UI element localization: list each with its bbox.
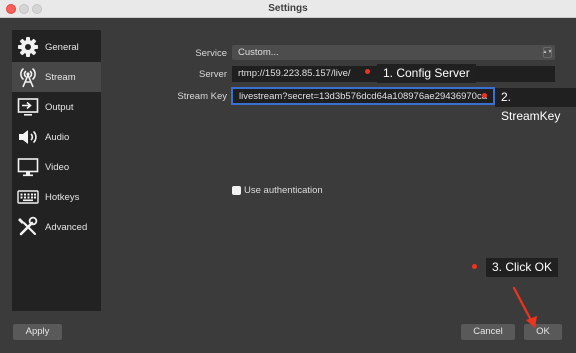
sidebar-item-audio[interactable]: Audio bbox=[12, 122, 101, 152]
use-authentication-checkbox[interactable] bbox=[232, 185, 241, 195]
stream-key-label: Stream Key bbox=[177, 91, 227, 102]
sidebar-item-label: Audio bbox=[45, 131, 70, 143]
keyboard-icon bbox=[16, 186, 40, 208]
sidebar-item-label: Advanced bbox=[45, 221, 88, 233]
annotation-config-server: 1. Config Server bbox=[377, 64, 476, 83]
sidebar-item-label: Hotkeys bbox=[45, 191, 80, 203]
apply-button[interactable]: Apply bbox=[13, 324, 62, 340]
sidebar-item-label: Output bbox=[45, 101, 74, 113]
select-stepper-icon: ▲▼ bbox=[543, 47, 552, 58]
stream-key-input[interactable] bbox=[231, 87, 495, 105]
cancel-button[interactable]: Cancel bbox=[461, 324, 515, 340]
service-label: Service bbox=[195, 48, 227, 59]
sidebar-item-hotkeys[interactable]: Hotkeys bbox=[12, 182, 101, 212]
annotation-marker bbox=[482, 93, 487, 98]
service-select[interactable]: Custom... ▲▼ bbox=[232, 45, 555, 60]
annotation-click-ok: 3. Click OK bbox=[486, 258, 559, 277]
annotation-marker bbox=[472, 264, 477, 269]
sidebar-item-advanced[interactable]: Advanced bbox=[12, 212, 101, 242]
annotation-stream-key: 2. StreamKey bbox=[495, 88, 576, 123]
sidebar-item-general[interactable]: General bbox=[12, 32, 101, 62]
gear-icon bbox=[16, 36, 40, 58]
server-label: Server bbox=[199, 69, 227, 80]
sidebar-item-video[interactable]: Video bbox=[12, 152, 101, 182]
title-bar: Settings bbox=[0, 0, 576, 18]
antenna-icon bbox=[16, 66, 40, 88]
annotation-marker bbox=[365, 69, 370, 74]
sidebar-item-label: Video bbox=[45, 161, 70, 173]
speaker-icon bbox=[16, 126, 40, 148]
tools-icon bbox=[16, 216, 40, 238]
sidebar-item-stream[interactable]: Stream bbox=[12, 62, 101, 92]
annotation-arrow-icon bbox=[512, 286, 537, 328]
monitor-icon bbox=[16, 156, 40, 178]
output-icon bbox=[16, 96, 40, 118]
sidebar-item-output[interactable]: Output bbox=[12, 92, 101, 122]
settings-window: Settings General Stream Output Audio Vid… bbox=[0, 0, 576, 353]
settings-sidebar: General Stream Output Audio Video Hotkey… bbox=[12, 30, 101, 311]
sidebar-item-label: General bbox=[45, 41, 79, 53]
sidebar-item-label: Stream bbox=[45, 71, 76, 83]
service-value: Custom... bbox=[238, 47, 279, 58]
window-title: Settings bbox=[268, 3, 308, 14]
use-authentication-row[interactable]: Use authentication bbox=[232, 184, 323, 196]
use-authentication-label: Use authentication bbox=[244, 184, 323, 196]
